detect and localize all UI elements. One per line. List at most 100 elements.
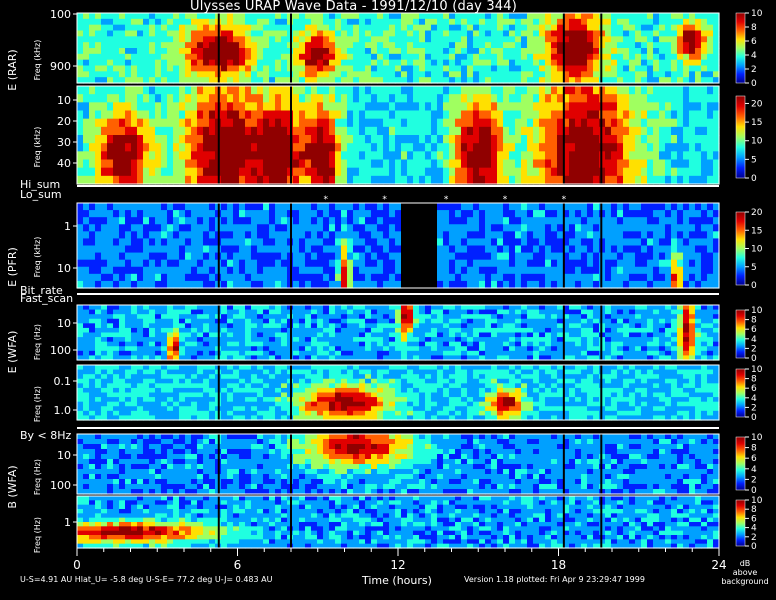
spectrogram-cell: [335, 231, 342, 240]
spectrogram-cell: [419, 159, 426, 169]
spectrogram-cell: [623, 135, 630, 144]
spectrogram-cell: [401, 86, 408, 95]
spectrogram-cell: [371, 53, 378, 61]
spectrogram-cell: [371, 65, 378, 72]
spectrogram-cell: [383, 273, 390, 282]
spectrogram-cell: [251, 350, 258, 357]
spectrogram-cell: [335, 42, 342, 49]
spectrogram-cell: [221, 135, 228, 144]
spectrogram-cell: [623, 42, 630, 49]
spectrogram-cell: [605, 350, 612, 357]
spectrogram-cell: [149, 346, 156, 352]
spectrogram-cell: [275, 350, 282, 357]
spectrogram-cell: [227, 36, 234, 43]
y-tick-label: 30: [57, 136, 71, 149]
spectrogram-cell: [557, 42, 564, 49]
spectrogram-cell: [503, 238, 510, 247]
spectrogram-cell: [467, 126, 474, 136]
spectrogram-cell: [641, 118, 648, 128]
spectrogram-cell: [641, 65, 648, 72]
spectrogram-cell: [155, 224, 162, 232]
spectrogram-cell: [407, 135, 414, 144]
spectrogram-cell: [485, 350, 492, 357]
spectrogram-cell: [593, 110, 600, 120]
spectrogram-cell: [707, 86, 714, 95]
spectrogram-cell: [461, 318, 468, 324]
spectrogram-cell: [341, 231, 348, 240]
spectrogram-cell: [317, 24, 324, 32]
spectrogram-cell: [359, 323, 366, 329]
spectrogram-cell: [707, 259, 714, 268]
spectrogram-cell: [107, 350, 114, 357]
spectrogram-cell: [473, 118, 480, 128]
spectrogram-cell: [191, 24, 198, 32]
spectrogram-cell: [371, 203, 378, 211]
spectrogram-cell: [629, 102, 636, 112]
spectrogram-cell: [203, 167, 210, 177]
spectrogram-cell: [143, 135, 150, 144]
spectrogram-cell: [77, 135, 84, 144]
spectrogram-cell: [689, 59, 696, 67]
spectrogram-cell: [557, 314, 564, 320]
spectrogram-cell: [143, 167, 150, 177]
spectrogram-cell: [413, 217, 420, 225]
spectrogram-cell: [473, 36, 480, 43]
spectrogram-cell: [659, 175, 666, 185]
colorbar-tick-label: 15: [751, 226, 762, 236]
spectrogram-cell: [383, 167, 390, 177]
spectrogram-cell: [191, 13, 198, 20]
spectrogram-cell: [305, 245, 312, 254]
spectrogram-cell: [491, 13, 498, 20]
spectrogram-cell: [437, 259, 444, 268]
spectrogram-cell: [269, 341, 276, 347]
spectrogram-cell: [161, 217, 168, 225]
spectrogram-cell: [305, 143, 312, 152]
spectrogram-cell: [455, 159, 462, 169]
spectrogram-cell: [689, 48, 696, 55]
spectrogram-cell: [611, 309, 618, 315]
spectrogram-cell: [137, 346, 144, 352]
spectrogram-cell: [251, 341, 258, 347]
spectrogram-cell: [611, 305, 618, 311]
spectrogram-cell: [269, 273, 276, 282]
spectrogram-cell: [407, 280, 414, 289]
spectrogram-cell: [191, 143, 198, 152]
spectrogram-cell: [587, 48, 594, 55]
spectrogram-cell: [347, 217, 354, 225]
spectrogram-cell: [623, 245, 630, 254]
spectrogram-cell: [527, 24, 534, 32]
spectrogram-cell: [437, 36, 444, 43]
spectrogram-cell: [533, 159, 540, 169]
spectrogram-cell: [629, 53, 636, 61]
spectrogram-cell: [269, 203, 276, 211]
spectrogram-cell: [335, 48, 342, 55]
spectrogram-cell: [551, 59, 558, 67]
spectrogram-cell: [395, 273, 402, 282]
spectrogram-cell: [131, 318, 138, 324]
spectrogram-cell: [77, 110, 84, 120]
spectrogram-cell: [101, 167, 108, 177]
spectrogram-cell: [179, 323, 186, 329]
spectrogram-cell: [473, 346, 480, 352]
spectrogram-cell: [557, 341, 564, 347]
spectrogram-cell: [407, 86, 414, 95]
spectrogram-cell: [395, 135, 402, 144]
spectrogram-cell: [371, 42, 378, 49]
spectrogram-cell: [113, 159, 120, 169]
spectrogram-cell: [125, 314, 132, 320]
spectrogram-cell: [203, 102, 210, 112]
spectrogram-cell: [377, 252, 384, 261]
spectrogram-cell: [449, 332, 456, 338]
spectrogram-cell: [461, 210, 468, 218]
spectrogram-cell: [137, 86, 144, 95]
spectrogram-cell: [449, 305, 456, 311]
spectrogram-cell: [347, 65, 354, 72]
spectrogram-cell: [473, 238, 480, 247]
spectrogram-cell: [221, 273, 228, 282]
spectrogram-cell: [101, 266, 108, 275]
spectrogram-cell: [491, 71, 498, 78]
spectrogram-cell: [173, 118, 180, 128]
spectrogram-cell: [533, 323, 540, 329]
spectrogram-cell: [653, 224, 660, 232]
spectrogram-cell: [209, 42, 216, 49]
